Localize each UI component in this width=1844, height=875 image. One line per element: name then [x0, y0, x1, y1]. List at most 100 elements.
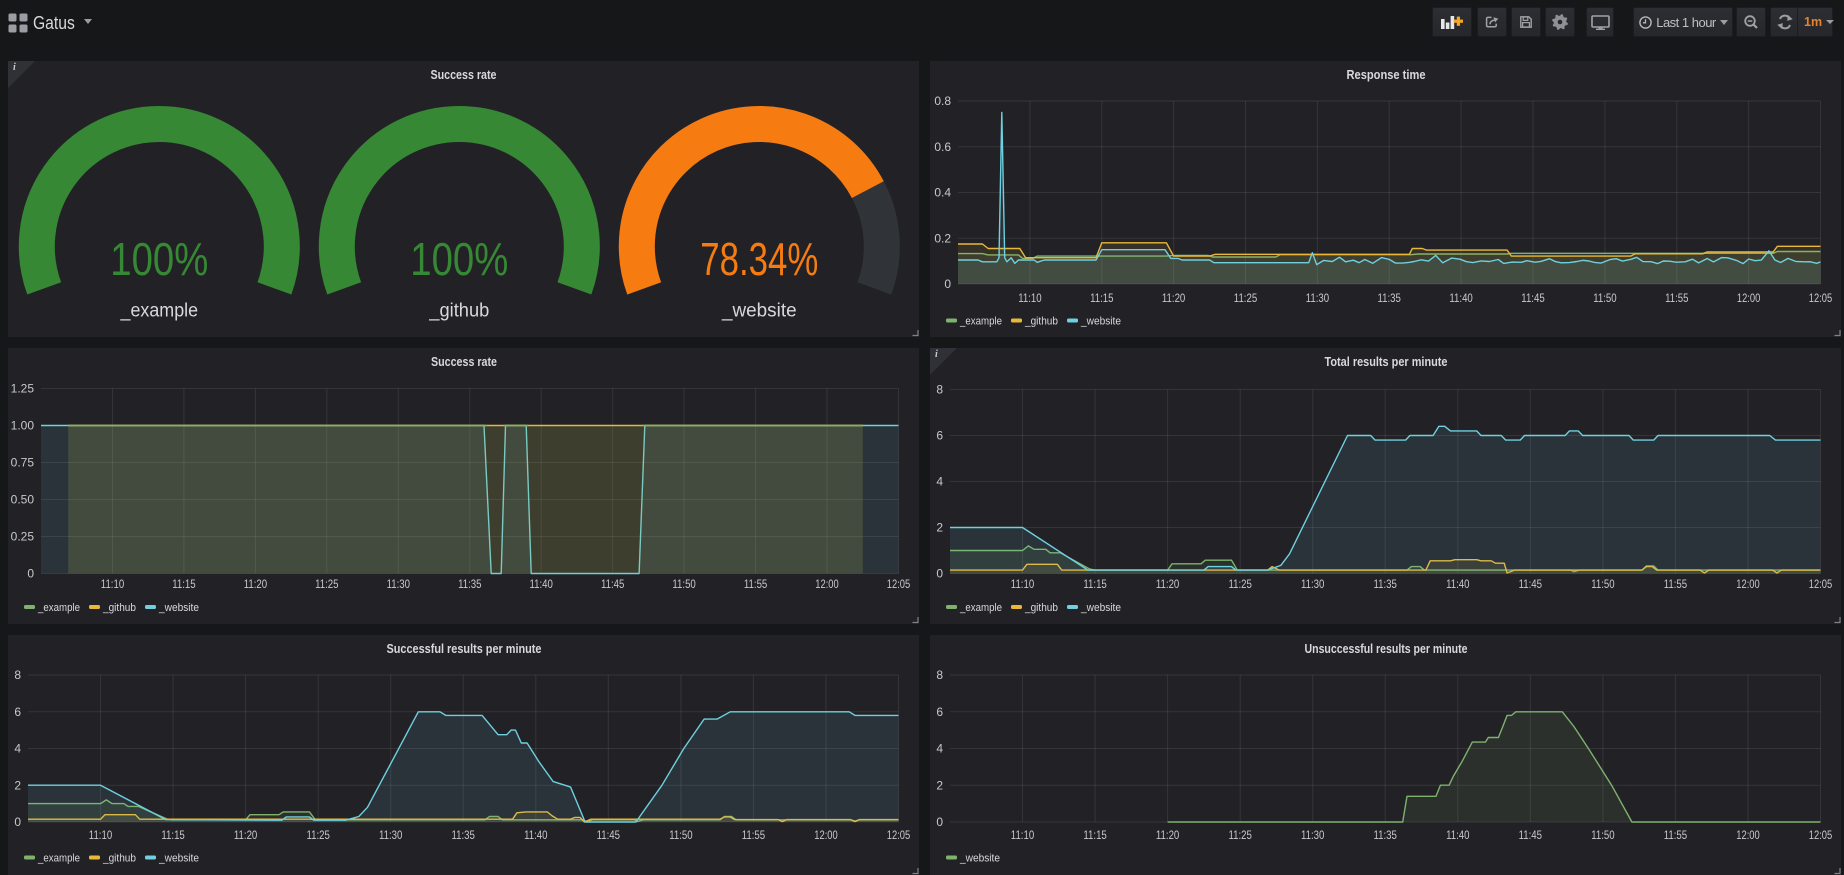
svg-text:11:40: 11:40: [1449, 291, 1473, 305]
svg-text:11:10: 11:10: [1011, 828, 1035, 842]
svg-text:12:00: 12:00: [814, 828, 838, 842]
svg-text:_github: _github: [1024, 316, 1058, 328]
svg-text:0.75: 0.75: [11, 456, 35, 470]
svg-text:11:30: 11:30: [1301, 828, 1325, 842]
svg-text:11:35: 11:35: [1374, 577, 1398, 591]
svg-text:0.50: 0.50: [11, 493, 35, 507]
svg-text:11:15: 11:15: [1090, 291, 1114, 305]
svg-text:11:40: 11:40: [530, 577, 554, 591]
svg-text:11:30: 11:30: [387, 577, 411, 591]
svg-text:4: 4: [936, 742, 943, 756]
svg-text:_website: _website: [721, 301, 797, 322]
svg-text:11:55: 11:55: [742, 828, 766, 842]
svg-text:11:15: 11:15: [1083, 828, 1107, 842]
svg-text:_github: _github: [102, 853, 136, 865]
svg-text:Total results per minute: Total results per minute: [1325, 355, 1448, 369]
svg-text:0: 0: [27, 567, 34, 581]
svg-text:11:25: 11:25: [315, 577, 339, 591]
svg-text:2: 2: [936, 521, 943, 535]
svg-text:0: 0: [936, 567, 943, 581]
svg-text:Success rate: Success rate: [431, 355, 497, 369]
svg-text:12:05: 12:05: [1809, 577, 1833, 591]
svg-text:_website: _website: [1080, 316, 1121, 328]
svg-text:_example: _example: [37, 602, 80, 614]
svg-text:11:20: 11:20: [1156, 577, 1180, 591]
svg-text:6: 6: [14, 705, 21, 719]
svg-text:_example: _example: [37, 853, 80, 865]
svg-text:_website: _website: [158, 602, 199, 614]
svg-text:11:25: 11:25: [307, 828, 331, 842]
svg-text:0: 0: [944, 277, 951, 291]
svg-text:11:35: 11:35: [452, 828, 476, 842]
svg-text:_website: _website: [1080, 602, 1121, 614]
svg-text:11:35: 11:35: [458, 577, 482, 591]
svg-text:1.00: 1.00: [11, 419, 35, 433]
svg-text:12:00: 12:00: [815, 577, 839, 591]
svg-text:11:10: 11:10: [89, 828, 113, 842]
svg-text:11:30: 11:30: [379, 828, 403, 842]
svg-text:0: 0: [936, 815, 943, 829]
svg-text:11:55: 11:55: [1665, 291, 1689, 305]
svg-text:Unsuccessful results per minut: Unsuccessful results per minute: [1305, 642, 1468, 656]
svg-text:12:00: 12:00: [1737, 291, 1761, 305]
svg-text:100%: 100%: [410, 233, 508, 285]
svg-text:11:35: 11:35: [1378, 291, 1402, 305]
svg-text:_example: _example: [959, 602, 1002, 614]
svg-text:11:45: 11:45: [1519, 828, 1543, 842]
svg-text:11:40: 11:40: [1446, 828, 1470, 842]
svg-text:12:05: 12:05: [887, 577, 911, 591]
svg-text:11:50: 11:50: [1593, 291, 1617, 305]
svg-text:8: 8: [936, 383, 943, 397]
svg-text:11:40: 11:40: [524, 828, 548, 842]
svg-text:78.34%: 78.34%: [700, 233, 818, 285]
svg-text:11:45: 11:45: [597, 828, 621, 842]
svg-text:6: 6: [936, 429, 943, 443]
svg-text:0.8: 0.8: [934, 94, 951, 108]
svg-text:8: 8: [936, 668, 943, 682]
svg-text:11:50: 11:50: [1591, 828, 1615, 842]
svg-text:6: 6: [936, 705, 943, 719]
svg-text:12:00: 12:00: [1736, 828, 1760, 842]
svg-text:12:00: 12:00: [1736, 577, 1760, 591]
svg-text:8: 8: [14, 668, 21, 682]
svg-text:0.6: 0.6: [934, 140, 951, 154]
svg-text:11:50: 11:50: [669, 828, 693, 842]
svg-text:11:20: 11:20: [1156, 828, 1180, 842]
svg-text:Successful results per minute: Successful results per minute: [387, 642, 542, 656]
svg-text:11:25: 11:25: [1229, 577, 1253, 591]
svg-text:11:55: 11:55: [744, 577, 768, 591]
svg-text:11:40: 11:40: [1446, 577, 1470, 591]
svg-text:2: 2: [14, 778, 21, 792]
svg-text:0.4: 0.4: [934, 186, 951, 200]
svg-text:11:15: 11:15: [172, 577, 196, 591]
svg-text:11:45: 11:45: [1521, 291, 1545, 305]
svg-text:11:50: 11:50: [1591, 577, 1615, 591]
svg-text:11:35: 11:35: [1374, 828, 1398, 842]
svg-text:_example: _example: [120, 301, 198, 322]
svg-text:11:30: 11:30: [1306, 291, 1330, 305]
svg-text:11:20: 11:20: [234, 828, 258, 842]
svg-text:11:45: 11:45: [1519, 577, 1543, 591]
svg-text:_website: _website: [158, 853, 199, 865]
svg-text:_github: _github: [428, 301, 489, 322]
svg-text:11:30: 11:30: [1301, 577, 1325, 591]
svg-text:Success rate: Success rate: [431, 68, 497, 82]
svg-text:11:10: 11:10: [1011, 577, 1035, 591]
svg-text:11:10: 11:10: [1018, 291, 1042, 305]
svg-text:11:15: 11:15: [1083, 577, 1107, 591]
svg-text:11:55: 11:55: [1664, 577, 1688, 591]
svg-text:_github: _github: [1024, 602, 1058, 614]
svg-text:11:50: 11:50: [672, 577, 696, 591]
svg-text:11:25: 11:25: [1234, 291, 1258, 305]
svg-text:4: 4: [936, 475, 943, 489]
svg-text:11:55: 11:55: [1664, 828, 1688, 842]
svg-text:11:20: 11:20: [1162, 291, 1186, 305]
svg-text:1.25: 1.25: [11, 382, 35, 396]
svg-text:11:15: 11:15: [161, 828, 185, 842]
svg-text:Response time: Response time: [1347, 68, 1426, 82]
svg-text:4: 4: [14, 742, 21, 756]
svg-text:12:05: 12:05: [1809, 828, 1833, 842]
svg-text:_example: _example: [959, 316, 1002, 328]
svg-text:12:05: 12:05: [887, 828, 911, 842]
svg-text:_github: _github: [102, 602, 136, 614]
